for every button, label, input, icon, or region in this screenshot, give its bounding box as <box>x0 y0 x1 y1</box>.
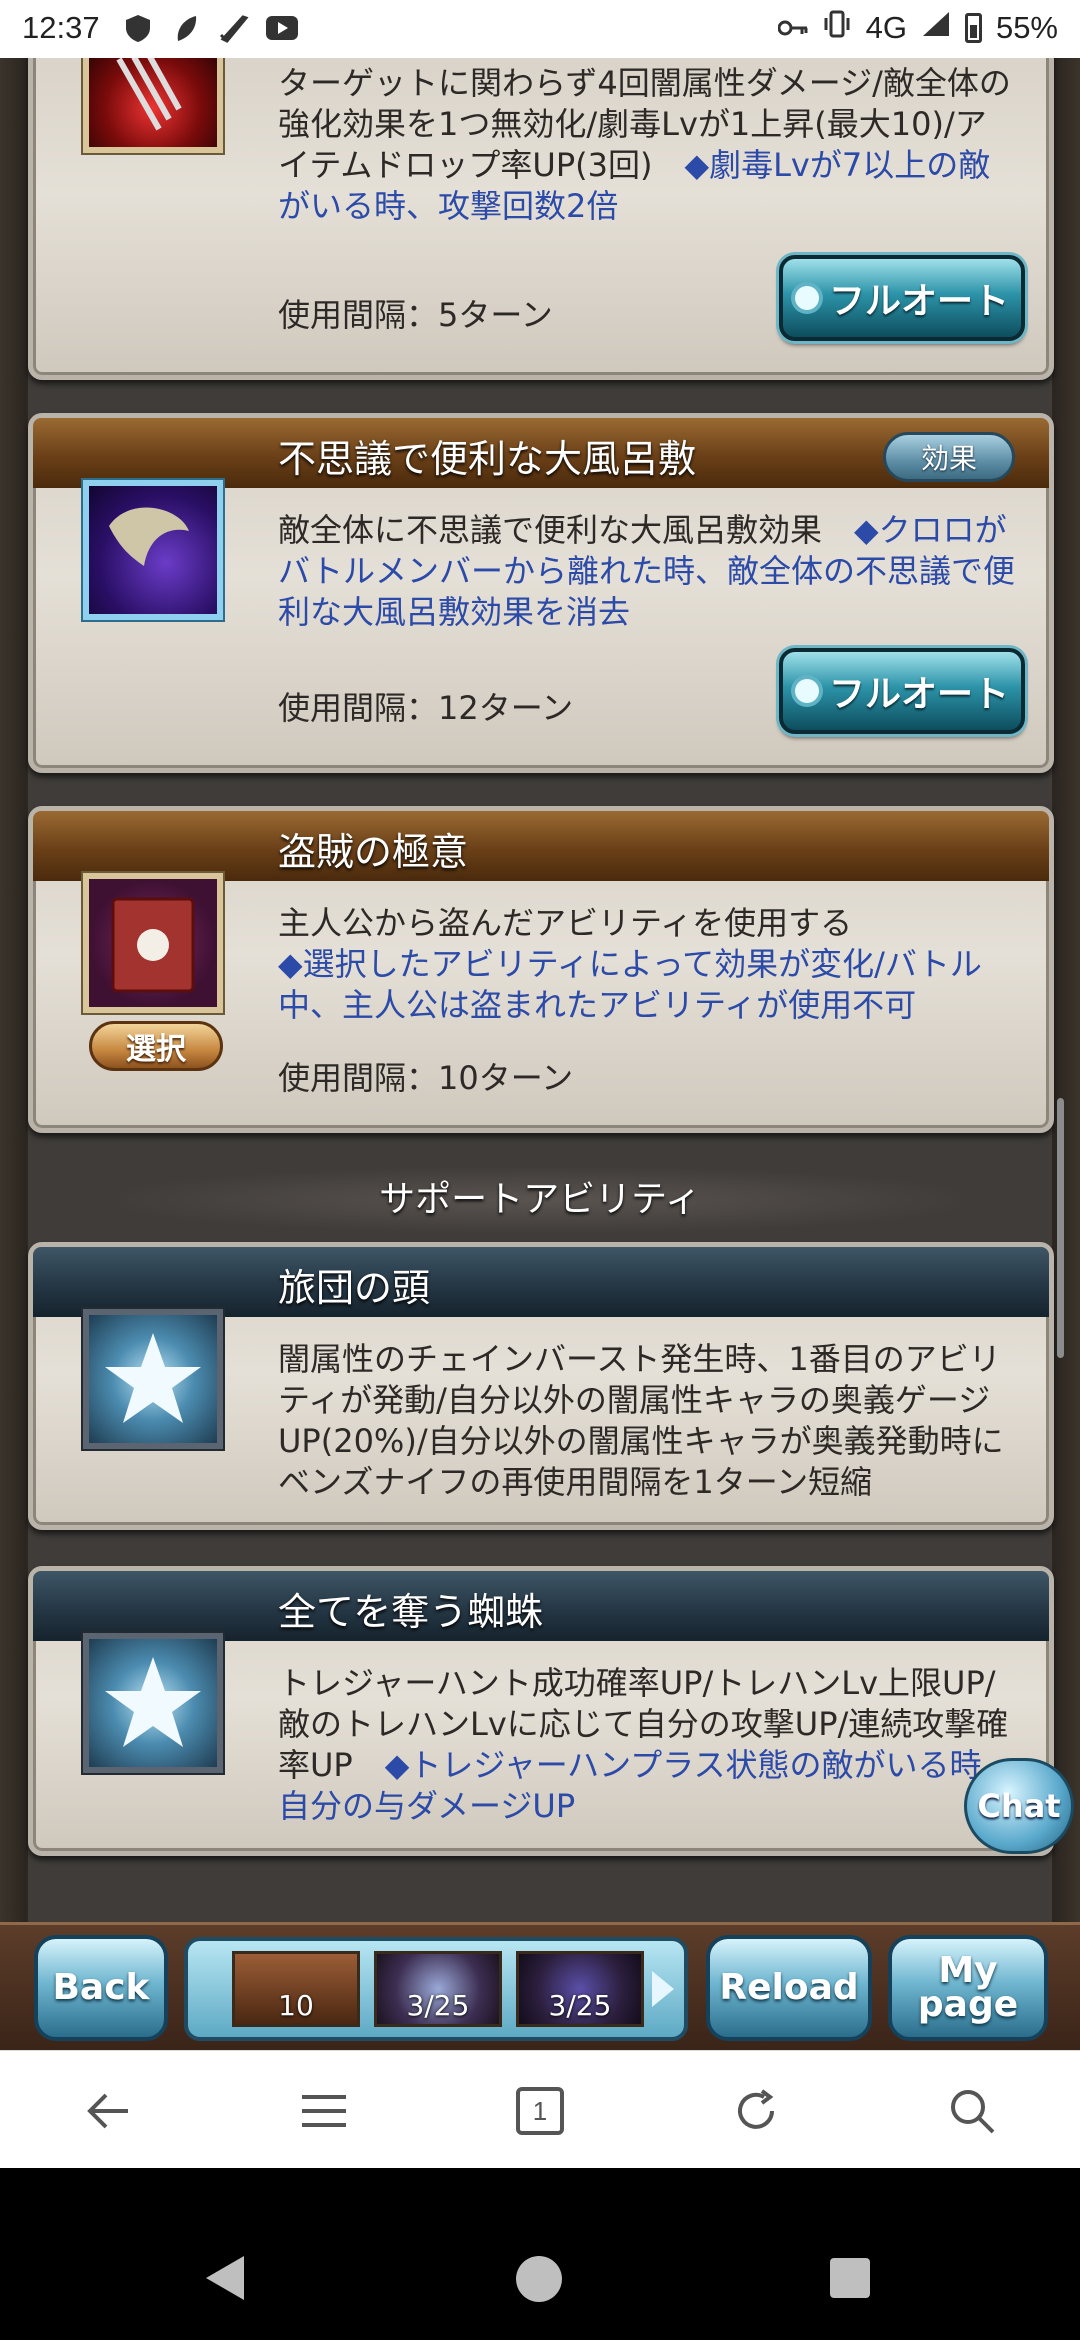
network-type: 4G <box>865 10 907 45</box>
game-nav-bar: Back 10 3/25 3/25 Reload My page <box>0 1922 1080 2050</box>
back-arrow-icon[interactable] <box>78 2081 138 2141</box>
quick-slot-2[interactable]: 3/25 <box>374 1951 502 2027</box>
ability-3-title: 盗賊の極意 <box>278 830 469 874</box>
mypage-label-2: page <box>917 1984 1019 2025</box>
effect-button[interactable]: 効果 <box>883 432 1015 482</box>
search-icon[interactable] <box>942 2081 1002 2141</box>
claw-skill-icon <box>83 58 223 153</box>
support-abilities-heading: サポートアビリティ <box>120 1168 960 1232</box>
toggle-dot-icon <box>794 286 819 310</box>
support-card-1: 旅団の頭 闇属性のチェインバースト発生時、1番目のアビリティが発動/自分以外の闇… <box>28 1242 1054 1530</box>
mypage-label-1: My <box>938 1950 998 1991</box>
ability-2-interval: 使用間隔：12ターン <box>278 689 574 727</box>
mypage-button[interactable]: My page <box>888 1935 1048 2041</box>
shield-icon <box>122 12 154 44</box>
toggle-dot-icon <box>794 679 819 703</box>
status-bar: 12:37 4G 55% <box>0 0 1080 58</box>
nav-home-icon[interactable] <box>516 2256 562 2302</box>
ability-2-description: 敵全体に不思議で便利な大風呂敷効果 ◆クロロがバトルメンバーから離れた時、敵全体… <box>278 511 1015 631</box>
star-icon <box>83 1633 223 1773</box>
support-1-titlebar <box>33 1247 1049 1317</box>
support-2-title: 全てを奪う蜘蛛 <box>278 1590 544 1634</box>
ability-card-2: 不思議で便利な大風呂敷 効果 敵全体に不思議で便利な大風呂敷効果 ◆クロロがバト… <box>28 413 1054 773</box>
nav-recents-icon[interactable] <box>830 2258 870 2298</box>
signal-icon <box>921 10 951 46</box>
vibrate-icon <box>822 10 852 46</box>
nav-back-icon[interactable] <box>206 2256 244 2300</box>
chat-button[interactable]: Chat <box>964 1758 1074 1854</box>
support-1-description: 闇属性のチェインバースト発生時、1番目のアビリティが発動/自分以外の闇属性キャラ… <box>278 1340 1004 1501</box>
select-button[interactable]: 選択 <box>89 1021 223 1071</box>
refresh-icon[interactable] <box>726 2081 786 2141</box>
book-skill-icon <box>83 873 223 1013</box>
back-button[interactable]: Back <box>34 1935 168 2041</box>
quick-slot-1[interactable]: 10 <box>232 1951 360 2027</box>
menu-icon[interactable] <box>294 2081 354 2141</box>
leaf-icon <box>170 12 202 44</box>
system-nav-bar <box>0 2218 1080 2340</box>
quick-slot-panel: 10 3/25 3/25 <box>184 1937 688 2041</box>
status-time: 12:37 <box>22 10 100 45</box>
full-auto-button-1[interactable]: フルオート <box>779 255 1025 341</box>
ability-1-interval: 使用間隔：5ターン <box>278 296 553 334</box>
support-1-title: 旅団の頭 <box>278 1266 431 1310</box>
tab-count: 1 <box>516 2087 564 2135</box>
star-icon <box>83 1309 223 1449</box>
scrollbar[interactable] <box>1057 1098 1064 1358</box>
ability-card-1: ターゲットに関わらず4回闇属性ダメージ/敵全体の強化効果を1つ無効化/劇毒Lvが… <box>28 58 1054 380</box>
battery-percent: 55% <box>995 10 1058 45</box>
ability-card-3: 盗賊の極意 選択 主人公から盗んだアビリティを使用する ◆選択したアビリティによっ… <box>28 806 1054 1133</box>
youtube-icon <box>266 12 298 44</box>
quick-slot-3[interactable]: 3/25 <box>516 1951 644 2027</box>
support-2-description: トレジャーハント成功確率UP/トレハンLv上限UP/敵のトレハンLvに応じて自分… <box>278 1664 1014 1825</box>
cloth-skill-icon <box>83 480 223 620</box>
reload-button[interactable]: Reload <box>706 1935 872 2041</box>
battery-icon <box>964 13 982 43</box>
full-auto-button-2[interactable]: フルオート <box>779 648 1025 734</box>
tabs-button[interactable]: 1 <box>510 2081 570 2141</box>
support-card-2: 全てを奪う蜘蛛 トレジャーハント成功確率UP/トレハンLv上限UP/敵のトレハン… <box>28 1566 1054 1856</box>
ability-2-title: 不思議で便利な大風呂敷 <box>278 437 697 481</box>
ability-3-description: 主人公から盗んだアビリティを使用する ◆選択したアビリティによって効果が変化/バト… <box>278 904 982 1024</box>
game-view: ターゲットに関わらず4回闇属性ダメージ/敵全体の強化効果を1つ無効化/劇毒Lvが… <box>0 58 1080 1988</box>
ability-1-description: ターゲットに関わらず4回闇属性ダメージ/敵全体の強化効果を1つ無効化/劇毒Lvが… <box>278 64 1011 225</box>
browser-toolbar: 1 <box>0 2050 1080 2168</box>
ability-3-titlebar <box>33 811 1049 881</box>
sword-icon <box>218 12 250 44</box>
ability-3-interval: 使用間隔：10ターン <box>278 1059 574 1097</box>
next-arrow-icon[interactable] <box>652 1971 674 2007</box>
key-icon <box>777 10 808 46</box>
